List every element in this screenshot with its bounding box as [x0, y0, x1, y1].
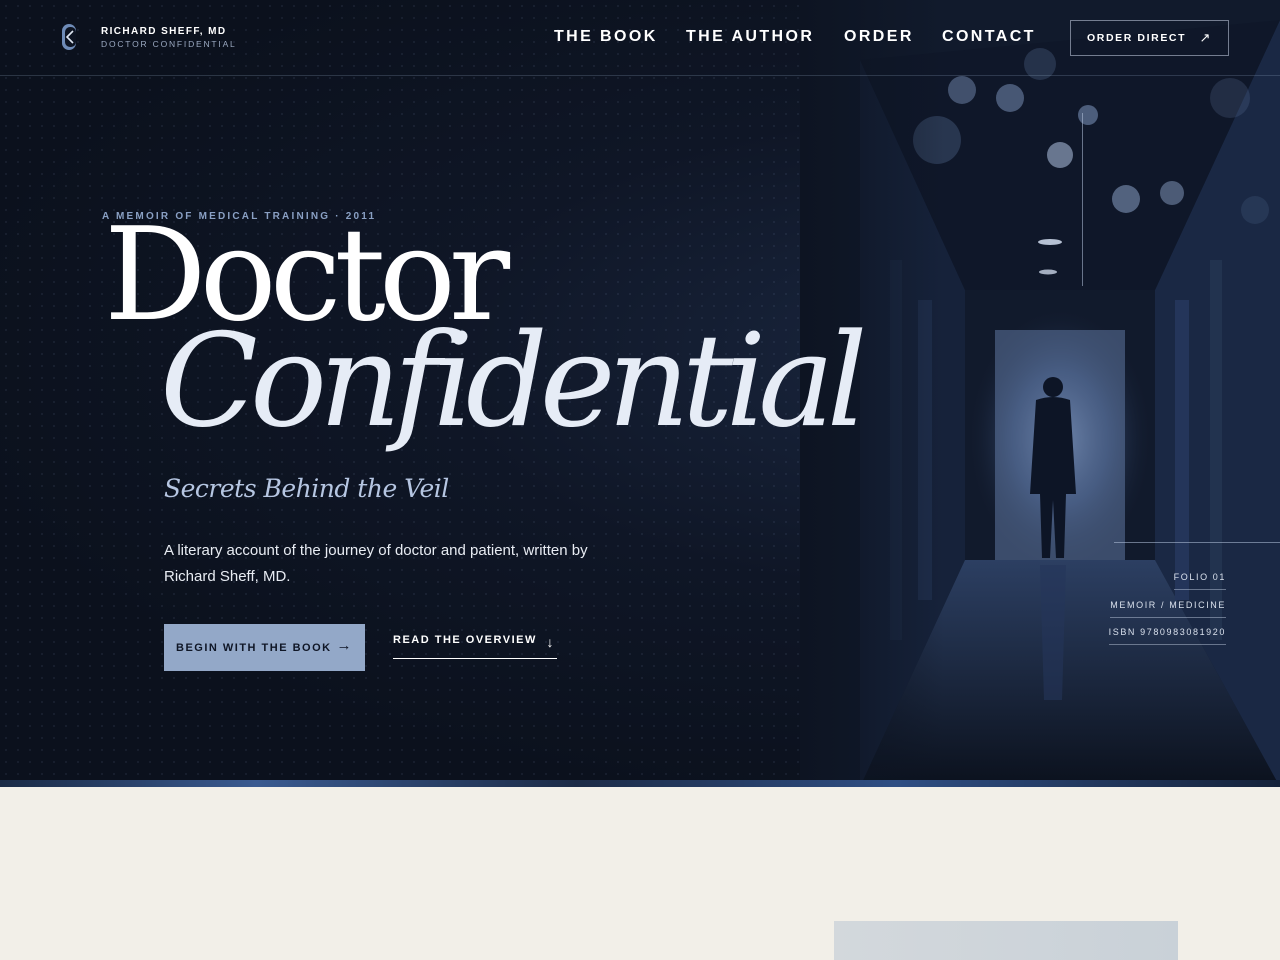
overview-link-label: READ THE OVERVIEW [393, 634, 537, 646]
order-direct-label: ORDER DIRECT [1087, 32, 1187, 44]
hospital-corridor-image [800, 0, 1280, 787]
nav-the-book[interactable]: THE BOOK [554, 28, 658, 46]
hero-section: RICHARD SHEFF, MD DOCTOR CONFIDENTIAL TH… [0, 0, 1280, 787]
meta-isbn: ISBN 9780983081920 [1108, 627, 1226, 645]
vertical-rule [1082, 113, 1083, 286]
book-preview-card [834, 921, 1178, 960]
nav-order[interactable]: ORDER [844, 28, 914, 46]
brand-subtitle: DOCTOR CONFIDENTIAL [101, 39, 237, 49]
logo-icon[interactable] [62, 24, 76, 50]
begin-with-the-book-button[interactable]: BEGIN WITH THE BOOK → [164, 624, 365, 671]
hero-description: A literary account of the journey of doc… [164, 542, 588, 585]
brand-name[interactable]: RICHARD SHEFF, MD [101, 26, 226, 37]
hero-subtitle: Secrets Behind the Veil [164, 474, 449, 503]
hero-title-line2: Confidential [160, 307, 867, 456]
horizontal-rule [1114, 542, 1280, 543]
arrow-down-icon: ↓ [546, 634, 555, 650]
arrow-right-icon: → [336, 637, 353, 654]
hero-bottom-band [0, 780, 1280, 787]
meta-category: MEMOIR / MEDICINE [1110, 600, 1226, 618]
site-header: RICHARD SHEFF, MD DOCTOR CONFIDENTIAL TH… [0, 0, 1280, 76]
meta-folio: FOLIO 01 [1173, 572, 1226, 590]
arrow-up-right-icon: ↗ [1199, 30, 1212, 45]
read-the-overview-link[interactable]: READ THE OVERVIEW ↓ [393, 634, 557, 659]
nav-the-author[interactable]: THE AUTHOR [686, 28, 814, 46]
begin-button-label: BEGIN WITH THE BOOK [176, 641, 332, 654]
order-direct-button[interactable]: ORDER DIRECT ↗ [1070, 20, 1229, 56]
nav-contact[interactable]: CONTACT [942, 28, 1036, 46]
